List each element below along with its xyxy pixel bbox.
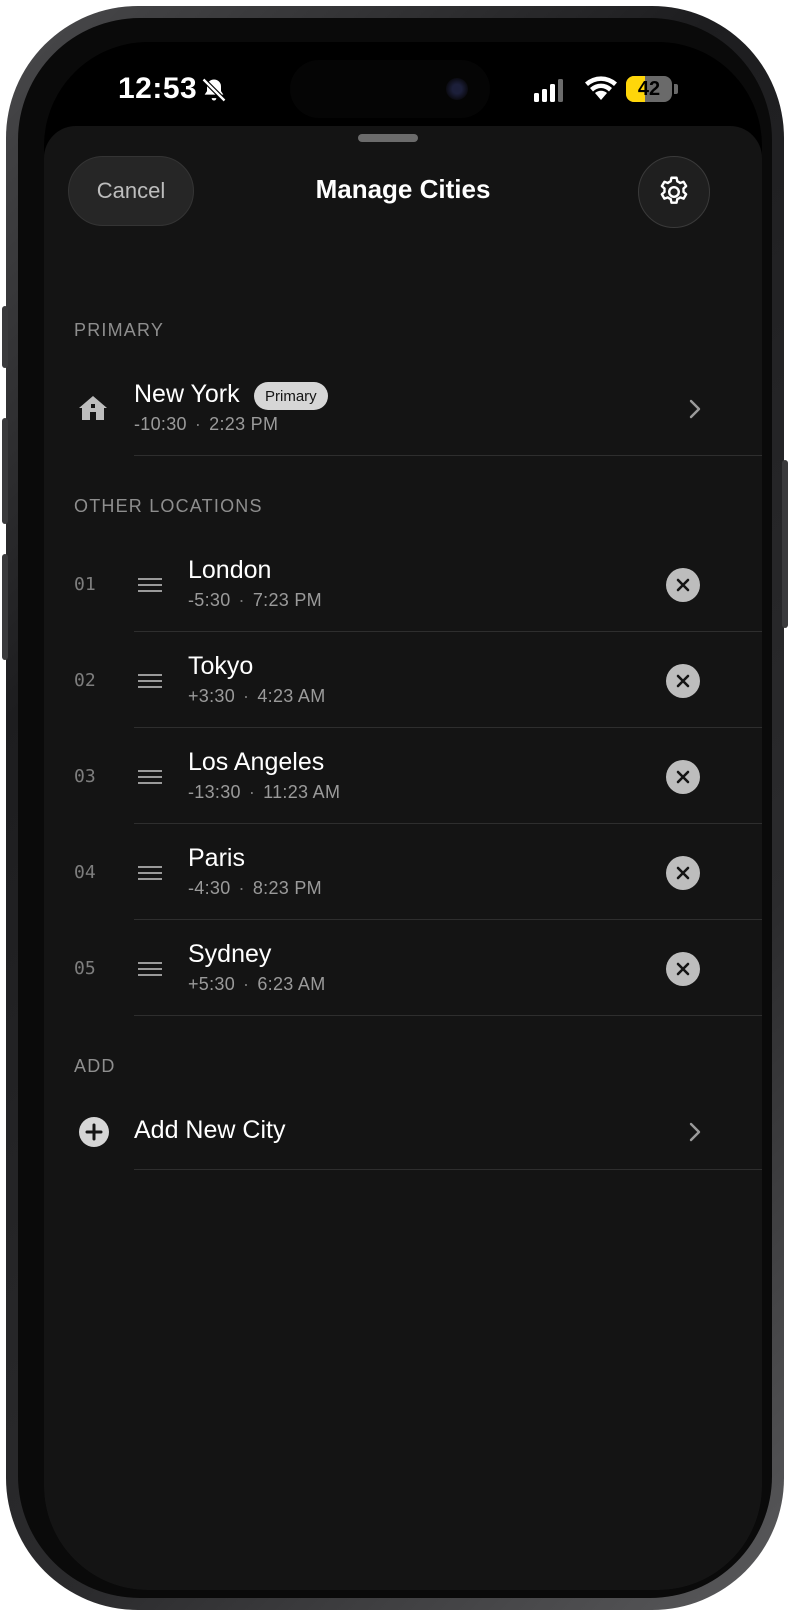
drag-handle-icon[interactable] xyxy=(138,866,162,884)
phone-frame: 12:53 42 Cancel Manage Cities PRIMARY Ne… xyxy=(2,6,788,1610)
city-meta: -13:30 · 11:23 AM xyxy=(188,782,340,803)
city-row[interactable]: 01 London -5:30 · 7:23 PM xyxy=(44,538,762,632)
camera-icon xyxy=(446,78,468,100)
city-offset: -5:30 xyxy=(188,590,231,610)
city-name: Sydney xyxy=(188,940,272,968)
city-meta: -10:30 · 2:23 PM xyxy=(134,414,278,435)
remove-city-button[interactable] xyxy=(666,856,700,890)
city-name: London xyxy=(188,556,272,584)
volume-down-button xyxy=(2,554,8,660)
row-divider xyxy=(134,631,762,632)
close-icon xyxy=(676,962,690,976)
city-time: 11:23 AM xyxy=(263,782,341,802)
status-bar: 12:53 42 xyxy=(44,42,762,134)
city-offset: -13:30 xyxy=(188,782,241,802)
separator-dot: · xyxy=(243,974,250,994)
city-meta: -4:30 · 8:23 PM xyxy=(188,878,322,899)
close-icon xyxy=(676,770,690,784)
separator-dot: · xyxy=(248,782,256,802)
close-icon xyxy=(676,866,690,880)
row-divider xyxy=(134,727,762,728)
wifi-icon xyxy=(585,76,617,100)
gear-icon xyxy=(660,176,688,204)
city-time: 2:23 PM xyxy=(209,414,279,434)
cellular-signal-icon xyxy=(534,78,563,102)
city-offset: +5:30 xyxy=(188,974,236,994)
close-icon xyxy=(676,578,690,592)
row-divider xyxy=(134,1169,762,1170)
city-time: 8:23 PM xyxy=(252,878,322,898)
city-row[interactable]: 02 Tokyo +3:30 · 4:23 AM xyxy=(44,634,762,728)
add-new-city-label: Add New City xyxy=(134,1116,286,1144)
city-row[interactable]: 03 Los Angeles -13:30 · 11:23 AM xyxy=(44,730,762,824)
chevron-right-icon xyxy=(689,1122,701,1142)
row-divider xyxy=(134,455,762,456)
battery-tip xyxy=(674,84,678,94)
city-time: 7:23 PM xyxy=(252,590,322,610)
city-time: 4:23 AM xyxy=(257,686,326,706)
city-name: Paris xyxy=(188,844,245,872)
house-icon xyxy=(79,396,107,420)
separator-dot: · xyxy=(243,686,250,706)
city-index: 01 xyxy=(74,574,96,595)
city-index: 03 xyxy=(74,766,96,787)
city-meta: -5:30 · 7:23 PM xyxy=(188,590,322,611)
city-name: New York xyxy=(134,380,240,408)
volume-up-button xyxy=(2,418,8,524)
section-label-add: ADD xyxy=(74,1056,116,1076)
section-label-other-locations: OTHER LOCATIONS xyxy=(74,496,263,516)
manage-cities-sheet: Cancel Manage Cities PRIMARY New York Pr… xyxy=(44,126,762,1590)
remove-city-button[interactable] xyxy=(666,568,700,602)
city-meta: +3:30 · 4:23 AM xyxy=(188,686,326,707)
row-divider xyxy=(134,823,762,824)
close-icon xyxy=(676,674,690,688)
section-label-primary: PRIMARY xyxy=(74,320,165,340)
separator-dot: · xyxy=(194,414,202,434)
bell-slash-icon xyxy=(201,77,227,103)
city-offset: +3:30 xyxy=(188,686,236,706)
row-divider xyxy=(134,1015,762,1016)
city-index: 04 xyxy=(74,862,96,883)
separator-dot: · xyxy=(238,590,245,610)
settings-button[interactable] xyxy=(638,156,710,228)
drag-handle-icon[interactable] xyxy=(138,962,162,980)
city-row[interactable]: 05 Sydney +5:30 · 6:23 AM xyxy=(44,922,762,1016)
city-name: Los Angeles xyxy=(188,748,325,776)
city-offset: -10:30 xyxy=(134,414,187,434)
drag-handle-icon[interactable] xyxy=(138,578,162,596)
drag-handle-icon[interactable] xyxy=(138,770,162,788)
remove-city-button[interactable] xyxy=(666,664,700,698)
city-offset: -4:30 xyxy=(188,878,231,898)
city-time: 6:23 AM xyxy=(257,974,326,994)
row-divider xyxy=(134,919,762,920)
action-button xyxy=(2,306,8,368)
city-row[interactable]: 04 Paris -4:30 · 8:23 PM xyxy=(44,826,762,920)
plus-circle-icon xyxy=(79,1117,109,1147)
battery-icon: 42 xyxy=(626,76,672,102)
sheet-grabber[interactable] xyxy=(358,134,418,142)
drag-handle-icon[interactable] xyxy=(138,674,162,692)
city-index: 02 xyxy=(74,670,96,691)
city-index: 05 xyxy=(74,958,96,979)
remove-city-button[interactable] xyxy=(666,760,700,794)
status-time: 12:53 xyxy=(118,72,198,105)
add-new-city-row[interactable]: Add New City xyxy=(44,1092,762,1170)
separator-dot: · xyxy=(238,878,245,898)
power-button xyxy=(782,460,788,628)
chevron-right-icon xyxy=(689,399,701,419)
city-name: Tokyo xyxy=(188,652,254,680)
remove-city-button[interactable] xyxy=(666,952,700,986)
battery-percent: 42 xyxy=(637,77,661,100)
screen: 12:53 42 Cancel Manage Cities PRIMARY Ne… xyxy=(44,42,762,1590)
primary-badge: Primary xyxy=(254,382,328,410)
city-meta: +5:30 · 6:23 AM xyxy=(188,974,326,995)
primary-city-row[interactable]: New York Primary -10:30 · 2:23 PM xyxy=(44,362,762,456)
